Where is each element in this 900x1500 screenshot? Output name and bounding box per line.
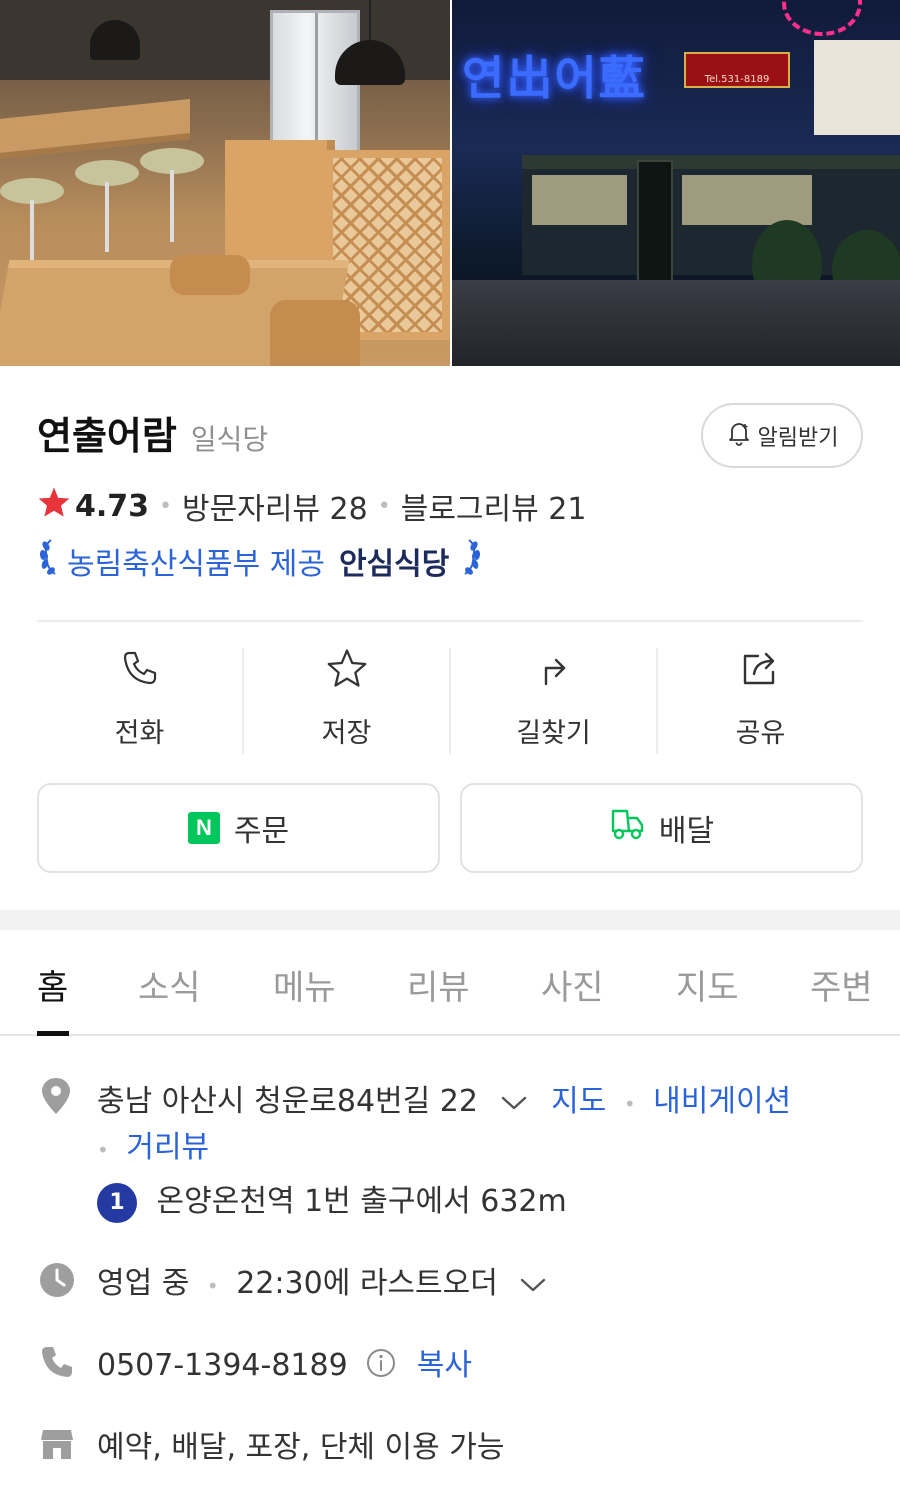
save-label: 저장 <box>321 718 372 749</box>
badge-provider: 농림축산식품부 제공 <box>67 547 325 582</box>
alarm-button[interactable]: 알림받기 <box>701 403 863 468</box>
phone-row: 0507-1394-8189 복사 <box>97 1340 472 1387</box>
street-view-row: • 거리뷰 <box>97 1122 209 1166</box>
tab-nearby[interactable]: 주변 <box>810 960 873 1009</box>
visitor-reviews-link[interactable]: 방문자리뷰 28 <box>182 484 368 528</box>
star-icon <box>37 486 71 526</box>
separator-dot: • <box>623 1092 636 1116</box>
order-label: 주문 <box>233 814 290 849</box>
share-button[interactable]: 공유 <box>658 648 863 754</box>
tab-photos[interactable]: 사진 <box>541 960 604 1009</box>
place-category: 일식당 <box>190 423 269 456</box>
chair <box>170 255 250 295</box>
tab-news[interactable]: 소식 <box>138 960 201 1009</box>
tab-home[interactable]: 홈 <box>37 960 68 1009</box>
chevron-down-icon[interactable] <box>500 1085 528 1120</box>
laurel-left-icon <box>37 537 59 585</box>
separator-dot: • <box>159 493 173 519</box>
call-button[interactable]: 전화 <box>37 648 244 754</box>
rating-value: 4.73 <box>75 488 150 524</box>
navigation-link[interactable]: 내비게이션 <box>653 1084 791 1119</box>
separator-dot: • <box>377 493 391 519</box>
star-outline-icon <box>326 648 368 692</box>
delivery-truck-icon <box>609 807 645 849</box>
location-pin-icon <box>39 1076 73 1114</box>
place-name: 연출어람 <box>37 414 177 458</box>
stool-leg <box>170 170 174 242</box>
station-row: 1 온양온천역 1번 출구에서 632m <box>97 1176 567 1223</box>
copy-button[interactable]: 복사 <box>417 1348 472 1383</box>
shop-window <box>682 175 812 225</box>
naver-n-icon: N <box>187 812 220 844</box>
save-button[interactable]: 저장 <box>244 648 451 754</box>
directions-label: 길찾기 <box>516 718 591 749</box>
open-status: 영업 중 <box>97 1266 190 1301</box>
call-label: 전화 <box>114 718 165 749</box>
separator-dot: • <box>97 1138 109 1162</box>
hours-row[interactable]: 영업 중 • 22:30에 라스트오더 <box>97 1258 547 1302</box>
tab-reviews[interactable]: 리뷰 <box>407 960 470 1009</box>
laurel-right-icon <box>461 537 483 585</box>
chair <box>270 300 360 366</box>
section-divider <box>0 910 900 930</box>
share-icon <box>740 648 782 692</box>
info-icon[interactable] <box>365 1347 397 1387</box>
action-bar: 전화 저장 길찾기 공유 <box>37 648 863 754</box>
rating-row: 4.73 • 방문자리뷰 28 • 블로그리뷰 21 <box>37 484 586 528</box>
station-distance: 온양온천역 1번 출구에서 632m <box>156 1184 567 1219</box>
interior-photo[interactable] <box>0 0 450 366</box>
lamp-cord <box>369 0 371 42</box>
address-row: 충남 아산시 청운로84번길 22 지도 • 내비게이션 <box>97 1076 791 1120</box>
order-row: N 주문 배달 <box>37 783 863 873</box>
store-icon <box>39 1426 73 1460</box>
delivery-label: 배달 <box>658 814 715 849</box>
separator-dot: • <box>206 1274 219 1298</box>
clock-icon <box>39 1262 74 1297</box>
chevron-down-icon[interactable] <box>519 1267 547 1302</box>
tab-map[interactable]: 지도 <box>676 960 739 1009</box>
neon-sign: 연出어藍 <box>462 51 647 105</box>
drink-fridge <box>270 10 360 160</box>
subway-line-badge: 1 <box>97 1182 137 1223</box>
phone-number[interactable]: 0507-1394-8189 <box>97 1348 348 1383</box>
address-text: 충남 아산시 청운로84번길 22 <box>97 1084 478 1119</box>
last-order-text: 22:30에 라스트오더 <box>236 1266 498 1301</box>
menu-board <box>637 160 673 290</box>
decoration-ring <box>782 0 862 36</box>
stool-leg <box>105 182 109 252</box>
directions-icon <box>534 648 574 692</box>
alarm-label: 알림받기 <box>757 425 839 451</box>
phone-icon <box>39 1344 73 1378</box>
badge-title: 안심식당 <box>338 547 450 582</box>
delivery-button[interactable]: 배달 <box>460 783 863 873</box>
exterior-photo[interactable]: 연出어藍 Tel.531-8189 <box>452 0 900 366</box>
share-label: 공유 <box>735 718 786 749</box>
neighbor-sign <box>814 40 900 135</box>
divider <box>37 620 863 622</box>
tab-bar: 홈 소식 메뉴 리뷰 사진 지도 주변 <box>0 930 900 1036</box>
title-row: 연출어람 일식당 <box>37 405 268 460</box>
street-view-link[interactable]: 거리뷰 <box>126 1130 209 1165</box>
services-text: 예약, 배달, 포장, 단체 이용 가능 <box>97 1430 505 1465</box>
safe-restaurant-badge[interactable]: 농림축산식품부 제공 안심식당 <box>37 537 483 585</box>
shop-window <box>532 175 627 225</box>
active-tab-indicator <box>37 1031 69 1036</box>
directions-button[interactable]: 길찾기 <box>451 648 658 754</box>
tab-menu[interactable]: 메뉴 <box>273 960 336 1009</box>
plaque-text: Tel.531-8189 <box>704 74 770 85</box>
phone-icon <box>120 648 160 692</box>
order-button[interactable]: N 주문 <box>37 783 440 873</box>
bell-icon <box>726 420 752 452</box>
pavement <box>452 280 900 366</box>
blog-reviews-link[interactable]: 블로그리뷰 21 <box>401 484 587 528</box>
photo-gallery[interactable]: 연出어藍 Tel.531-8189 <box>0 0 900 366</box>
sign-plaque: Tel.531-8189 <box>684 52 790 88</box>
map-link[interactable]: 지도 <box>551 1084 606 1119</box>
